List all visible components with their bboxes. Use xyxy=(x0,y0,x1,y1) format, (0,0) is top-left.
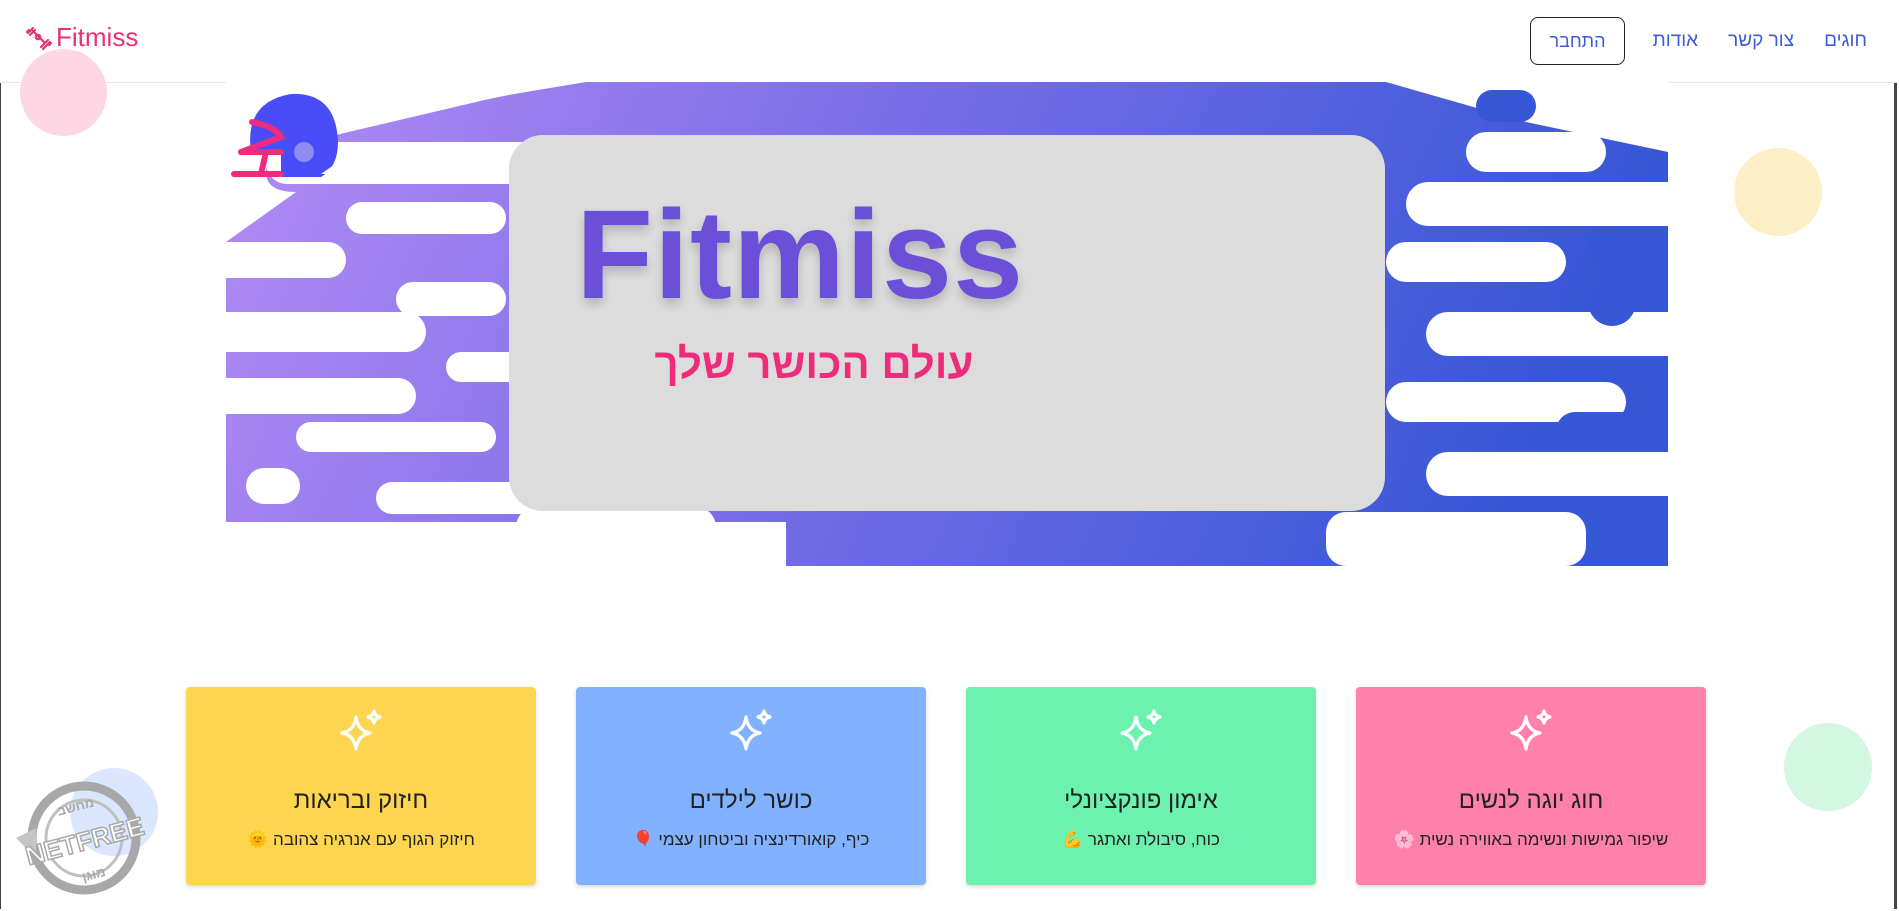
card-description: כיף, קואורדינציה וביטחון עצמי 🎈 xyxy=(632,830,870,849)
football-helmet-icon xyxy=(231,93,338,177)
class-card-kids[interactable]: כושר לילדים כיף, קואורדינציה וביטחון עצמ… xyxy=(576,687,926,885)
decorative-circle-yellow xyxy=(1734,148,1822,236)
nav-item-classes[interactable]: חוגים xyxy=(1824,30,1867,52)
class-card-functional[interactable]: אימון פונקציונלי כוח, סיבולת ואתגר 💪 xyxy=(966,687,1316,885)
dumbbell-icon xyxy=(25,26,53,50)
class-card-strength[interactable]: חיזוק ובריאות חיזוק הגוף עם אנרגיה צהובה… xyxy=(186,687,536,885)
card-title: אימון פונקציונלי xyxy=(1064,787,1218,814)
login-button[interactable]: התחבר xyxy=(1530,17,1625,65)
hero-subtitle: עולם הכושר שלך xyxy=(654,340,974,387)
card-description: חיזוק הגוף עם אנרגיה צהובה 🌞 xyxy=(247,830,475,849)
hero-banner: Fitmiss עולם הכושר שלך xyxy=(226,82,1668,566)
sparkles-icon xyxy=(340,709,382,751)
brand-logo[interactable]: Fitmiss xyxy=(24,22,138,53)
navbar: Fitmiss התחבר חוגים צור קשר אודות xyxy=(0,0,1899,83)
card-description: שיפור גמישות ונשימה באווירה נשית 🌸 xyxy=(1393,830,1669,849)
sparkles-icon xyxy=(1510,709,1552,751)
class-card-yoga[interactable]: חוג יוגה לנשים שיפור גמישות ונשימה באווי… xyxy=(1356,687,1706,885)
netfree-stamp-icon: NETFREE מחשב מוגן xyxy=(16,768,158,895)
card-description: כוח, סיבולת ואתגר 💪 xyxy=(1062,830,1220,849)
nav-links: חוגים צור קשר אודות xyxy=(1653,0,1867,82)
decorative-circle-green xyxy=(1784,723,1872,811)
watermark-bottom-text: מוגן xyxy=(80,864,107,885)
card-title: כושר לילדים xyxy=(689,787,813,814)
decorative-circle-pink xyxy=(20,49,107,136)
hero-title: Fitmiss xyxy=(576,184,1025,325)
sparkles-icon xyxy=(730,709,772,751)
sparkles-icon xyxy=(1120,709,1162,751)
nav-item-about[interactable]: אודות xyxy=(1653,30,1698,52)
card-title: חיזוק ובריאות xyxy=(293,787,429,814)
card-title: חוג יוגה לנשים xyxy=(1458,787,1604,814)
nav-item-contact[interactable]: צור קשר xyxy=(1728,30,1794,52)
